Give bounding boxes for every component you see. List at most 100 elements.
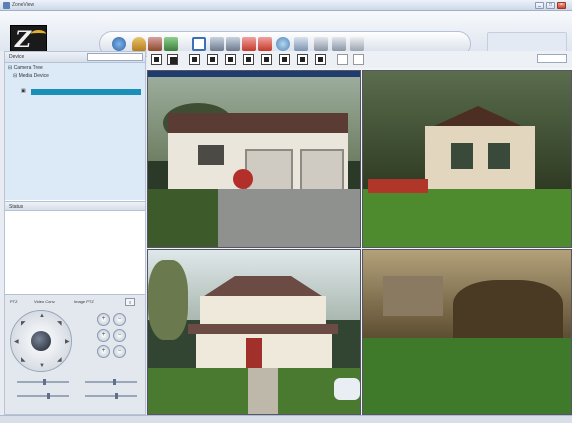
layout-6x6-button[interactable] xyxy=(297,54,308,65)
ptz-panel: PTZ Video Conv. Image PTZ ≡ ▲ ▼ ◀ ▶ ◤ ◥ … xyxy=(5,294,145,414)
arrow-down-left-icon[interactable]: ◣ xyxy=(21,356,26,363)
preset-slider[interactable] xyxy=(85,381,137,383)
app-logo: Z xyxy=(10,25,47,53)
ptz-center-knob[interactable] xyxy=(31,331,51,351)
status-header: Status xyxy=(5,201,145,211)
scene-flowers xyxy=(233,169,253,189)
tree-root[interactable]: ⊟ Camera Tree xyxy=(8,65,43,71)
maximize-button[interactable]: □ xyxy=(546,2,555,9)
log-icon[interactable] xyxy=(314,37,328,51)
scene-tree xyxy=(148,260,188,340)
scene-window xyxy=(198,145,224,165)
tree-node-icon: ▣ xyxy=(21,88,26,94)
preset-slider-thumb[interactable] xyxy=(113,379,116,385)
scene-lawn xyxy=(363,338,571,414)
zoom-in-button[interactable]: + xyxy=(97,313,110,326)
scene-porch-roof xyxy=(188,324,338,334)
tab-ptz[interactable]: PTZ xyxy=(7,298,21,306)
camera-titlebar xyxy=(148,71,360,77)
brightness-slider-thumb[interactable] xyxy=(47,393,50,399)
tree-child[interactable]: ⊟ Media Device xyxy=(13,73,49,79)
scene-door xyxy=(246,338,262,370)
arrow-down-icon[interactable]: ▼ xyxy=(39,363,45,369)
layout-toolbar xyxy=(147,51,572,68)
focus-far-button[interactable]: − xyxy=(113,329,126,342)
arrow-up-left-icon[interactable]: ◤ xyxy=(21,320,26,327)
layout-1plus12-button[interactable] xyxy=(261,54,272,65)
tree-selected-item[interactable] xyxy=(31,89,141,95)
speed-slider-thumb[interactable] xyxy=(43,379,46,385)
tab-video-conv[interactable]: Video Conv. xyxy=(31,298,58,306)
alarm-icon[interactable] xyxy=(242,37,256,51)
scene-lawn xyxy=(363,189,571,247)
camera-tile-3[interactable] xyxy=(147,249,361,415)
scene-house xyxy=(383,276,443,316)
camera-tile-1[interactable] xyxy=(147,70,361,248)
ptz-tabs: PTZ Video Conv. Image PTZ ≡ xyxy=(7,298,143,307)
layout-5x5-button[interactable] xyxy=(279,54,290,65)
title-bar: ZoneView _ □ × xyxy=(0,0,572,11)
record-icon[interactable] xyxy=(226,37,240,51)
scene-driveway xyxy=(208,189,360,247)
layout-2x2-button[interactable] xyxy=(167,54,178,65)
camera-icon[interactable] xyxy=(210,37,224,51)
network-icon[interactable] xyxy=(276,37,290,51)
layout-1x1-button[interactable] xyxy=(151,54,162,65)
monitor-icon[interactable] xyxy=(192,37,206,51)
arrow-up-icon[interactable]: ▲ xyxy=(39,313,45,319)
playback-icon[interactable] xyxy=(258,37,272,51)
scene-window xyxy=(488,143,510,169)
device-header: Device xyxy=(5,52,145,63)
scene-car xyxy=(334,378,360,400)
layout-1plus5-button[interactable] xyxy=(225,54,236,65)
camera-tile-4[interactable] xyxy=(362,249,572,415)
arrow-left-icon[interactable]: ◀ xyxy=(14,338,19,345)
arrow-right-icon[interactable]: ▶ xyxy=(65,338,70,345)
layout-next-button[interactable] xyxy=(353,54,364,65)
camera-tile-2[interactable] xyxy=(362,70,572,248)
settings-icon[interactable] xyxy=(294,37,308,51)
window-title: ZoneView xyxy=(12,2,35,8)
iris-close-button[interactable]: − xyxy=(113,345,126,358)
scene-garage-door xyxy=(245,149,293,191)
arrow-down-right-icon[interactable]: ◢ xyxy=(57,356,62,363)
globe-icon[interactable] xyxy=(112,37,126,51)
scene-flowers xyxy=(368,179,428,193)
focus-near-button[interactable]: + xyxy=(97,329,110,342)
scene-house-wall xyxy=(425,126,535,196)
layout-1plus7-button[interactable] xyxy=(243,54,254,65)
app-icon xyxy=(3,2,10,9)
ptz-menu-button[interactable]: ≡ xyxy=(125,298,136,306)
layout-4x4-button[interactable] xyxy=(207,54,218,65)
iris-open-button[interactable]: + xyxy=(97,345,110,358)
logo-letter: Z xyxy=(15,27,32,53)
minimize-button[interactable]: _ xyxy=(535,2,544,9)
scene-lower-wall xyxy=(196,334,332,368)
tab-image-ptz[interactable]: Image PTZ xyxy=(71,298,97,306)
search-icon[interactable] xyxy=(332,37,346,51)
ptz-direction-pad[interactable]: ▲ ▼ ◀ ▶ ◤ ◥ ◣ ◢ xyxy=(10,310,72,372)
header: Z xyxy=(0,11,572,57)
contrast-slider-thumb[interactable] xyxy=(115,393,118,399)
arrow-up-right-icon[interactable]: ◥ xyxy=(57,320,62,327)
scene-tree xyxy=(453,280,563,340)
layout-full-button[interactable] xyxy=(315,54,326,65)
scene-lawn xyxy=(148,189,218,247)
layout-prev-button[interactable] xyxy=(337,54,348,65)
users-icon[interactable] xyxy=(148,37,162,51)
brightness-slider[interactable] xyxy=(17,395,69,397)
scene-upper-wall xyxy=(200,296,326,324)
tools-icon[interactable] xyxy=(164,37,178,51)
close-button[interactable]: × xyxy=(557,2,566,9)
device-header-label: Device xyxy=(9,54,25,60)
layout-select[interactable] xyxy=(537,54,567,63)
help-icon[interactable] xyxy=(350,37,364,51)
tree-child-label: Media Device xyxy=(18,73,49,79)
scene-garage-door xyxy=(300,149,344,191)
scene-walkway xyxy=(248,368,278,414)
contrast-slider[interactable] xyxy=(85,395,137,397)
layout-3x3-button[interactable] xyxy=(189,54,200,65)
device-select[interactable] xyxy=(87,53,143,61)
user-icon[interactable] xyxy=(132,37,146,51)
zoom-out-button[interactable]: − xyxy=(113,313,126,326)
